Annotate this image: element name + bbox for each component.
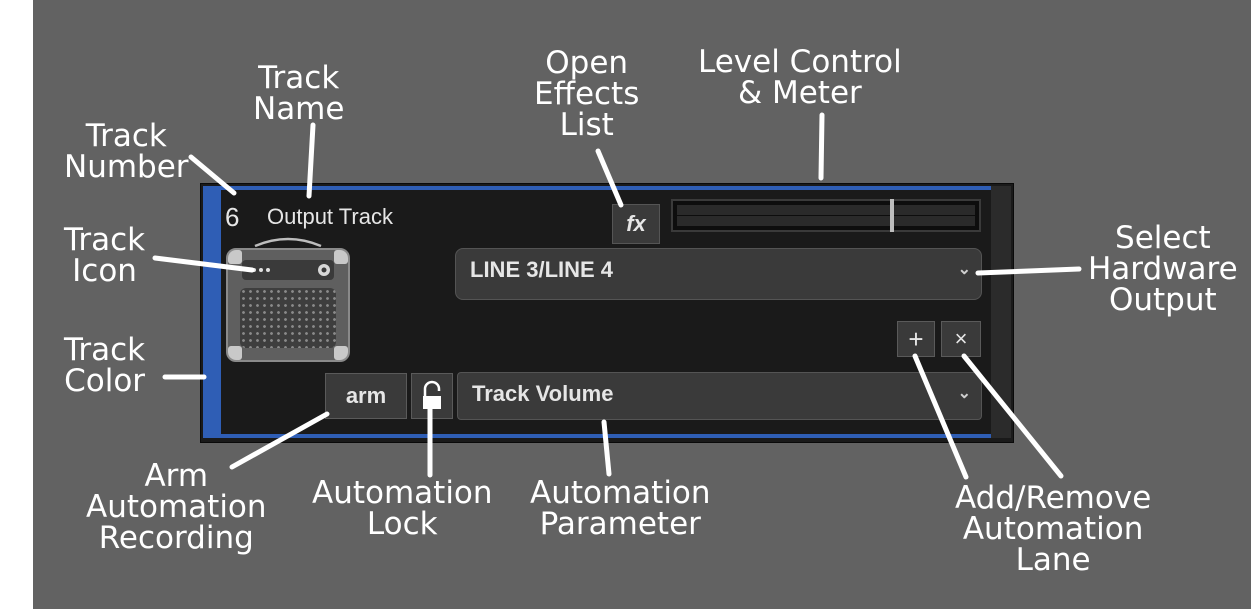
leader-level-control <box>818 112 825 181</box>
leader-automation-parameter <box>601 419 612 477</box>
leader-track-icon <box>152 255 255 273</box>
leader-open-effects <box>595 148 624 208</box>
leader-remove-lane <box>961 353 1064 479</box>
leader-add-lane <box>912 353 969 480</box>
leader-track-number <box>188 154 237 196</box>
leader-select-output <box>975 266 1082 276</box>
leader-track-name <box>306 122 316 199</box>
leader-arm-automation <box>229 411 330 470</box>
leader-lines <box>152 112 1082 480</box>
